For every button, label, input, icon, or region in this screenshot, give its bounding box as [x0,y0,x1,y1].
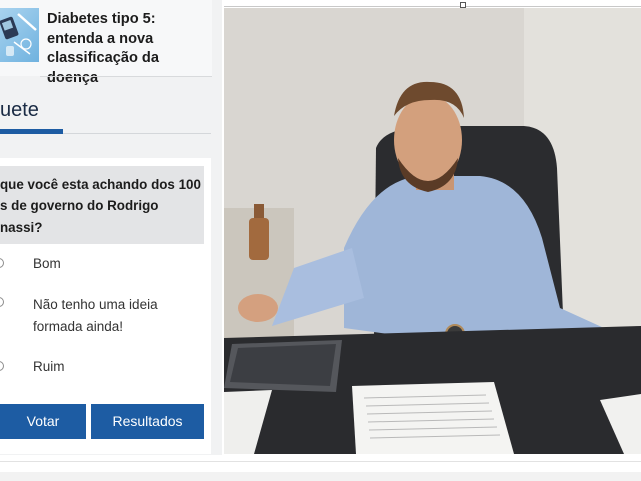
news-headline-line: Diabetes tipo 5: [47,11,156,27]
section-title: uete [0,99,39,121]
poll-option-label: Não tenho uma ideia [33,297,158,312]
medical-supplies-icon [0,13,37,56]
divider [40,76,212,77]
sidebar: Diabetes tipo 5: entenda a nova classifi… [0,0,222,455]
man-at-desk-image [224,8,641,454]
vote-button[interactable]: Votar [0,404,86,439]
news-thumbnail[interactable] [0,8,39,62]
poll-option-label: formada ainda! [33,319,124,334]
poll-option-label: Ruim [33,359,65,374]
poll-question: que você esta achando dos 100 s de gover… [0,166,204,244]
poll-question-line: que você esta achando dos 100 [0,177,201,192]
poll-option-label: Bom [33,256,61,271]
footer-divider [0,461,641,462]
section-accent-bar [0,129,63,134]
poll-question-line: s de governo do Rodrigo [0,198,159,214]
news-headline-line: classificação da doença [47,50,159,86]
news-card[interactable]: Diabetes tipo 5: entenda a nova classifi… [0,0,212,86]
poll-question-line: nassi? [0,219,43,235]
results-button[interactable]: Resultados [91,404,204,439]
article-photo[interactable] [224,8,641,454]
news-headline-line: entenda a nova [47,30,154,47]
top-border [224,6,641,7]
footer-strip [0,472,641,481]
